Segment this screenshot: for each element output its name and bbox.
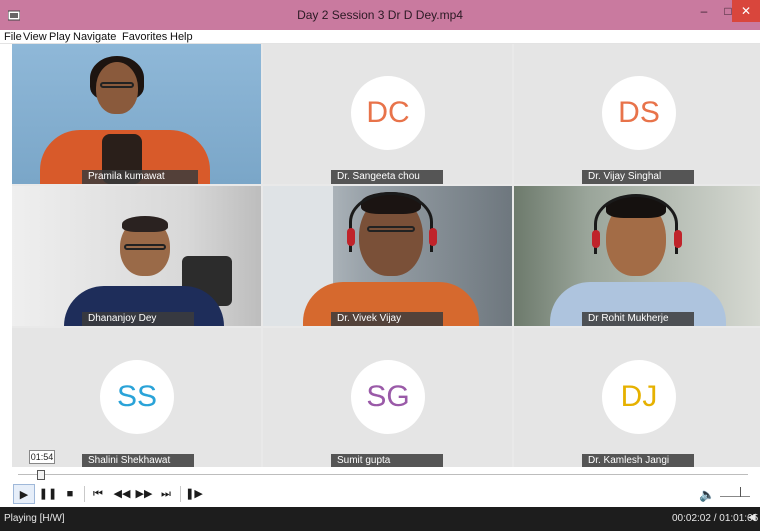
window-title: Day 2 Session 3 Dr D Dey.mp4 [297, 8, 463, 22]
menu-bar: File View Play Navigate Favorites Help [0, 30, 760, 44]
avatar: SS [100, 360, 174, 434]
participant-name: Dr Rohit Mukherje [582, 312, 694, 326]
fast-forward-button[interactable]: ▶▶ [134, 484, 154, 504]
participant-name: Dr. Kamlesh Jangi [582, 454, 694, 468]
volume-slider[interactable] [720, 496, 750, 497]
participant-name: Dhananjoy Dey [82, 312, 194, 326]
close-button[interactable]: ✕ [732, 0, 760, 22]
participant-name: Sumit gupta [331, 454, 443, 468]
avatar: DJ [602, 360, 676, 434]
participant-tile-sangeeta: DC Dr. Sangeeta chou [263, 44, 512, 184]
seek-tooltip: 01:54 [29, 450, 55, 464]
participant-tile-pramila: Pramila kumawat [12, 44, 261, 184]
status-bar: Playing [H/W] 00:02:02 / 01:01:05 ◀ [0, 507, 760, 531]
video-frame[interactable]: Pramila kumawat DC Dr. Sangeeta chou DS … [12, 44, 760, 468]
playback-state: Playing [H/W] [4, 513, 65, 524]
separator [180, 486, 181, 502]
play-button[interactable]: ▶ [13, 484, 35, 504]
menu-file[interactable]: File [4, 31, 22, 43]
speaker-icon[interactable]: ◀ [748, 512, 756, 523]
menu-play[interactable]: Play [49, 31, 70, 43]
stop-button[interactable]: ■ [60, 484, 80, 504]
participant-tile-dhananjoy: Dhananjoy Dey [12, 186, 261, 326]
title-bar: Day 2 Session 3 Dr D Dey.mp4 – □ ✕ [0, 0, 760, 30]
seek-track[interactable] [18, 474, 748, 475]
avatar: SG [351, 360, 425, 434]
menu-help[interactable]: Help [170, 31, 193, 43]
participant-tile-kamlesh: DJ Dr. Kamlesh Jangi [514, 328, 760, 468]
menu-favorites[interactable]: Favorites [122, 31, 167, 43]
next-button[interactable]: ⏭ [156, 484, 176, 504]
separator [84, 486, 85, 502]
participant-name: Dr. Vijay Singhal [582, 170, 694, 184]
pause-button[interactable]: ❚❚ [38, 484, 58, 504]
volume-icon[interactable]: 🔈 [699, 487, 715, 503]
participant-tile-vijay: DS Dr. Vijay Singhal [514, 44, 760, 184]
seek-bar[interactable] [12, 467, 760, 481]
participant-name: Dr. Sangeeta chou [331, 170, 443, 184]
participant-name: Pramila kumawat [82, 170, 198, 184]
playback-controls: ▶ ❚❚ ■ ⏮ ◀◀ ▶▶ ⏭ ❚▶ 🔈 [12, 481, 760, 507]
previous-button[interactable]: ⏮ [88, 484, 108, 504]
avatar: DC [351, 76, 425, 150]
avatar: DS [602, 76, 676, 150]
menu-navigate[interactable]: Navigate [73, 31, 116, 43]
time-display: 00:02:02 / 01:01:05 [672, 513, 759, 524]
participant-name: Dr. Vivek Vijay [331, 312, 443, 326]
participant-tile-rohit: Dr Rohit Mukherje [514, 186, 760, 326]
rewind-button[interactable]: ◀◀ [112, 484, 132, 504]
frame-step-button[interactable]: ❚▶ [184, 484, 204, 504]
volume-thumb[interactable] [740, 487, 741, 497]
participant-tile-sumit: SG Sumit gupta [263, 328, 512, 468]
participant-name: Shalini Shekhawat [82, 454, 194, 468]
participant-tile-shalini: SS Shalini Shekhawat [12, 328, 261, 468]
participant-tile-vivek: Dr. Vivek Vijay [263, 186, 512, 326]
menu-view[interactable]: View [23, 31, 47, 43]
seek-thumb[interactable] [37, 470, 45, 480]
